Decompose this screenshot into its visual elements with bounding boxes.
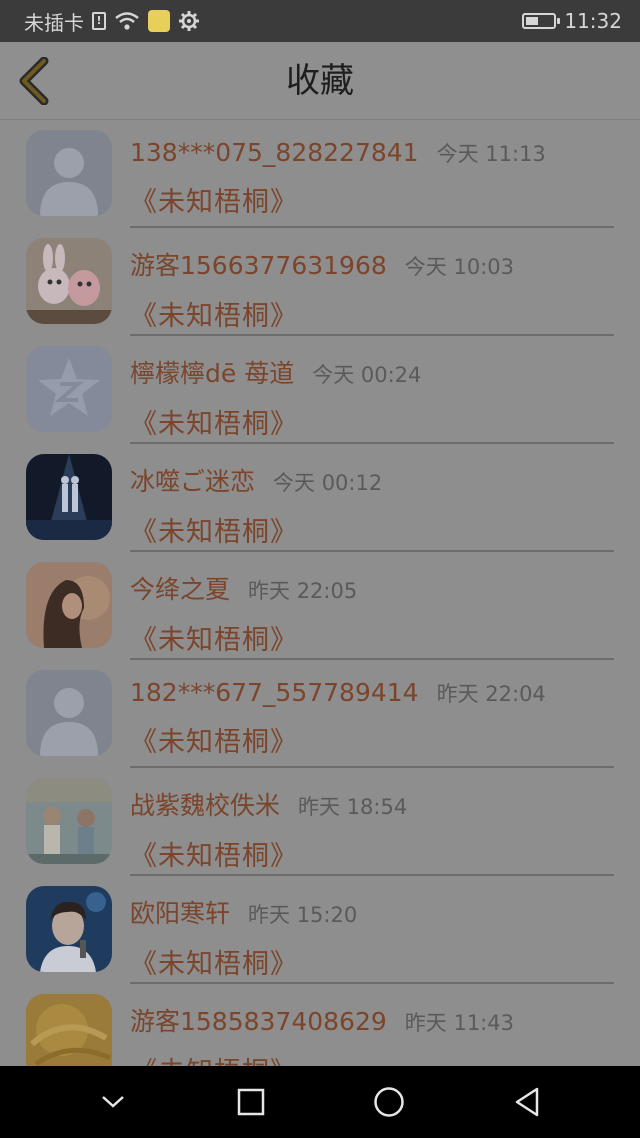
avatar[interactable] bbox=[26, 994, 112, 1066]
list-item-header: 冰噬ご迷恋 今天 00:12 bbox=[130, 462, 614, 498]
battery-icon bbox=[522, 13, 561, 29]
avatar[interactable] bbox=[26, 670, 112, 756]
home-circle-icon bbox=[374, 1087, 404, 1117]
home-button[interactable] bbox=[359, 1072, 419, 1132]
gear-icon bbox=[178, 10, 200, 32]
timestamp: 今天 00:12 bbox=[273, 471, 383, 495]
list-item[interactable]: 今绛之夏 昨天 22:05 《未知梧桐》 bbox=[0, 552, 640, 660]
timestamp: 昨天 11:43 bbox=[404, 1011, 514, 1035]
list-item[interactable]: 战紫魏校佚米 昨天 18:54 《未知梧桐》 bbox=[0, 768, 640, 876]
timestamp: 今天 00:24 bbox=[312, 363, 422, 387]
list-item-text: 欧阳寒轩 昨天 15:20 《未知梧桐》 bbox=[130, 894, 614, 981]
list-item[interactable]: 冰噬ご迷恋 今天 00:12 《未知梧桐》 bbox=[0, 444, 640, 552]
list-item[interactable]: 欧阳寒轩 昨天 15:20 《未知梧桐》 bbox=[0, 876, 640, 984]
recents-button[interactable] bbox=[221, 1072, 281, 1132]
avatar[interactable] bbox=[26, 778, 112, 864]
list-item-text: 游客1585837408629 昨天 11:43 《未知梧桐》 bbox=[130, 1002, 614, 1066]
username[interactable]: 游客1585837408629 bbox=[130, 1002, 387, 1038]
avatar[interactable] bbox=[26, 886, 112, 972]
avatar[interactable] bbox=[26, 454, 112, 540]
list-item-header: 138***075_828227841 今天 11:13 bbox=[130, 138, 614, 168]
username[interactable]: 欧阳寒轩 bbox=[130, 894, 230, 930]
timestamp: 昨天 18:54 bbox=[298, 795, 408, 819]
list-item-header: 游客1585837408629 昨天 11:43 bbox=[130, 1002, 614, 1038]
back-button[interactable] bbox=[12, 56, 56, 106]
work-title[interactable]: 《未知梧桐》 bbox=[130, 618, 614, 657]
list-item-text: 战紫魏校佚米 昨天 18:54 《未知梧桐》 bbox=[130, 786, 614, 873]
clock: 11:32 bbox=[564, 9, 622, 33]
list-item-header: 游客1566377631968 今天 10:03 bbox=[130, 246, 614, 282]
list-item-text: 冰噬ご迷恋 今天 00:12 《未知梧桐》 bbox=[130, 462, 614, 549]
list-item[interactable]: 檸檬檸dē 苺道 今天 00:24 《未知梧桐》 bbox=[0, 336, 640, 444]
chevron-left-icon bbox=[19, 57, 49, 105]
username[interactable]: 182***677_557789414 bbox=[130, 678, 419, 707]
avatar[interactable] bbox=[26, 130, 112, 216]
username[interactable]: 138***075_828227841 bbox=[130, 138, 419, 167]
work-title[interactable]: 《未知梧桐》 bbox=[130, 1050, 614, 1066]
list-item[interactable]: 138***075_828227841 今天 11:13 《未知梧桐》 bbox=[0, 120, 640, 228]
list-item-header: 战紫魏校佚米 昨天 18:54 bbox=[130, 786, 614, 822]
work-title[interactable]: 《未知梧桐》 bbox=[130, 402, 614, 441]
wifi-icon bbox=[114, 11, 140, 31]
work-title[interactable]: 《未知梧桐》 bbox=[130, 180, 614, 219]
avatar[interactable] bbox=[26, 562, 112, 648]
list-item-text: 182***677_557789414 昨天 22:04 《未知梧桐》 bbox=[130, 678, 614, 759]
work-title[interactable]: 《未知梧桐》 bbox=[130, 942, 614, 981]
list-item-header: 今绛之夏 昨天 22:05 bbox=[130, 570, 614, 606]
list-item[interactable]: 游客1585837408629 昨天 11:43 《未知梧桐》 bbox=[0, 984, 640, 1066]
list-item-text: 138***075_828227841 今天 11:13 《未知梧桐》 bbox=[130, 138, 614, 219]
list-item[interactable]: 182***677_557789414 昨天 22:04 《未知梧桐》 bbox=[0, 660, 640, 768]
back-nav-button[interactable] bbox=[497, 1072, 557, 1132]
status-bar: 未插卡 ! 11:32 bbox=[0, 0, 640, 42]
avatar[interactable] bbox=[26, 346, 112, 432]
work-title[interactable]: 《未知梧桐》 bbox=[130, 294, 614, 333]
work-title[interactable]: 《未知梧桐》 bbox=[130, 510, 614, 549]
battery-level bbox=[526, 17, 539, 25]
timestamp: 昨天 22:05 bbox=[248, 579, 358, 603]
app-notification-icon bbox=[148, 10, 170, 32]
username[interactable]: 檸檬檸dē 苺道 bbox=[130, 354, 294, 390]
page-title: 收藏 bbox=[286, 61, 354, 101]
hide-keyboard-icon bbox=[102, 1096, 124, 1108]
work-title[interactable]: 《未知梧桐》 bbox=[130, 720, 614, 759]
navigation-bar bbox=[0, 1066, 640, 1138]
recents-square-icon bbox=[237, 1088, 265, 1116]
list-item[interactable]: 游客1566377631968 今天 10:03 《未知梧桐》 bbox=[0, 228, 640, 336]
username[interactable]: 战紫魏校佚米 bbox=[130, 786, 280, 822]
carrier-label: 未插卡 bbox=[24, 10, 84, 35]
status-right: 11:32 bbox=[522, 9, 622, 33]
list-item-header: 182***677_557789414 昨天 22:04 bbox=[130, 678, 614, 708]
hide-keyboard-button[interactable] bbox=[83, 1072, 143, 1132]
status-left: 未插卡 ! bbox=[24, 7, 200, 36]
timestamp: 昨天 15:20 bbox=[248, 903, 358, 927]
sim-alert-icon: ! bbox=[92, 12, 106, 30]
favorites-list[interactable]: 138***075_828227841 今天 11:13 《未知梧桐》 游客15… bbox=[0, 120, 640, 1066]
list-item-text: 今绛之夏 昨天 22:05 《未知梧桐》 bbox=[130, 570, 614, 657]
list-item-text: 檸檬檸dē 苺道 今天 00:24 《未知梧桐》 bbox=[130, 354, 614, 441]
avatar[interactable] bbox=[26, 238, 112, 324]
work-title[interactable]: 《未知梧桐》 bbox=[130, 834, 614, 873]
username[interactable]: 游客1566377631968 bbox=[130, 246, 387, 282]
list-item-text: 游客1566377631968 今天 10:03 《未知梧桐》 bbox=[130, 246, 614, 333]
username[interactable]: 冰噬ご迷恋 bbox=[130, 462, 255, 498]
timestamp: 今天 10:03 bbox=[404, 255, 514, 279]
list-item-header: 欧阳寒轩 昨天 15:20 bbox=[130, 894, 614, 930]
timestamp: 今天 11:13 bbox=[436, 142, 546, 166]
list-item-header: 檸檬檸dē 苺道 今天 00:24 bbox=[130, 354, 614, 390]
timestamp: 昨天 22:04 bbox=[436, 682, 546, 706]
back-triangle-icon bbox=[515, 1087, 539, 1117]
username[interactable]: 今绛之夏 bbox=[130, 570, 230, 606]
title-bar: 收藏 bbox=[0, 42, 640, 120]
